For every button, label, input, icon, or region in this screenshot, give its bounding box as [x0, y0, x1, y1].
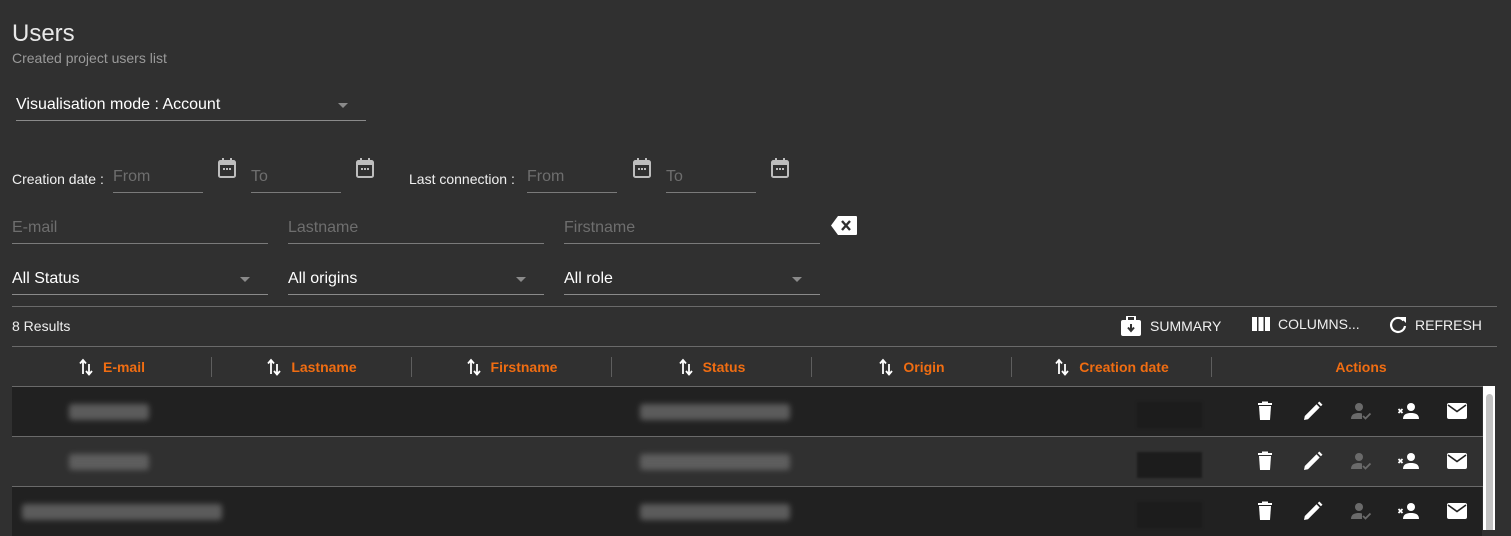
chevron-down-icon	[792, 277, 802, 282]
refresh-icon	[1389, 316, 1407, 333]
column-header-label: Lastname	[291, 359, 357, 375]
email-filter-input[interactable]: E-mail	[12, 212, 268, 244]
column-header-firstname[interactable]: Firstname	[412, 356, 612, 378]
origin-filter-value: All origins	[288, 270, 358, 287]
page-subtitle: Created project users list	[12, 50, 167, 66]
page-title: Users	[12, 20, 75, 47]
column-header-label: Origin	[903, 359, 945, 375]
column-header-label: Firstname	[490, 359, 558, 375]
visualisation-mode-value: Visualisation mode : Account	[16, 96, 221, 113]
creation-date-from-input[interactable]: From	[113, 162, 203, 193]
firstname-placeholder: Firstname	[564, 219, 636, 236]
email-cell-redacted	[22, 504, 222, 520]
clear-filters-backspace-icon[interactable]	[831, 216, 857, 235]
remove-user-icon[interactable]	[1397, 499, 1421, 523]
summary-button[interactable]: SUMMARY	[1120, 316, 1221, 336]
creation-from-placeholder: From	[113, 168, 151, 185]
role-filter-select[interactable]: All role	[564, 263, 820, 295]
sort-icon	[1055, 358, 1069, 376]
validate-user-icon[interactable]	[1349, 399, 1373, 423]
row-divider	[12, 436, 1483, 437]
validate-user-icon[interactable]	[1349, 499, 1373, 523]
role-filter-value: All role	[564, 270, 613, 287]
column-header-label: Status	[702, 359, 746, 375]
creation-date-cell-redacted	[1137, 452, 1202, 478]
briefcase-download-icon	[1121, 316, 1141, 336]
remove-user-icon[interactable]	[1397, 399, 1421, 423]
columns-button[interactable]: COLUMNS...	[1252, 316, 1360, 332]
email-cell-redacted	[69, 404, 149, 420]
firstname-filter-input[interactable]: Firstname	[564, 212, 820, 244]
status-filter-select[interactable]: All Status	[12, 263, 268, 295]
calendar-icon[interactable]	[218, 158, 236, 178]
creation-date-cell-redacted	[1137, 402, 1202, 428]
edit-icon[interactable]	[1301, 449, 1325, 473]
summary-label: SUMMARY	[1150, 318, 1222, 334]
delete-icon[interactable]	[1253, 499, 1277, 523]
status-cell-redacted	[640, 504, 790, 520]
column-header-email[interactable]: E-mail	[12, 356, 212, 378]
divider	[12, 306, 1497, 307]
column-header-actions: Actions	[1212, 356, 1510, 378]
lastname-placeholder: Lastname	[288, 219, 359, 236]
calendar-icon[interactable]	[633, 158, 651, 178]
column-header-lastname[interactable]: Lastname	[212, 356, 412, 378]
sort-icon	[79, 358, 93, 376]
visualisation-mode-select[interactable]: Visualisation mode : Account	[16, 88, 366, 121]
sort-icon	[267, 358, 281, 376]
status-filter-value: All Status	[12, 270, 80, 287]
delete-icon[interactable]	[1253, 449, 1277, 473]
view-column-icon	[1252, 317, 1270, 331]
creation-to-placeholder: To	[251, 168, 268, 185]
column-header-creation-date[interactable]: Creation date	[1012, 356, 1212, 378]
email-icon[interactable]	[1445, 449, 1469, 473]
calendar-icon[interactable]	[356, 158, 374, 178]
column-header-origin[interactable]: Origin	[812, 356, 1012, 378]
last-connection-to-placeholder: To	[666, 168, 683, 185]
column-header-label: E-mail	[102, 359, 145, 375]
calendar-icon[interactable]	[771, 158, 789, 178]
edit-icon[interactable]	[1301, 399, 1325, 423]
chevron-down-icon	[516, 277, 526, 282]
creation-date-label: Creation date :	[12, 171, 104, 187]
edit-icon[interactable]	[1301, 499, 1325, 523]
lastname-filter-input[interactable]: Lastname	[288, 212, 544, 244]
chevron-down-icon	[240, 277, 250, 282]
email-cell-redacted	[69, 454, 149, 470]
last-connection-label: Last connection :	[409, 171, 515, 187]
validate-user-icon[interactable]	[1349, 449, 1373, 473]
creation-date-to-input[interactable]: To	[251, 162, 341, 193]
remove-user-icon[interactable]	[1397, 449, 1421, 473]
delete-icon[interactable]	[1253, 399, 1277, 423]
row-divider	[12, 486, 1483, 487]
email-icon[interactable]	[1445, 399, 1469, 423]
last-connection-from-placeholder: From	[527, 168, 565, 185]
status-cell-redacted	[640, 404, 790, 420]
email-icon[interactable]	[1445, 499, 1469, 523]
column-header-status[interactable]: Status	[612, 356, 812, 378]
divider	[12, 346, 1497, 347]
columns-label: COLUMNS...	[1278, 316, 1360, 332]
email-placeholder: E-mail	[12, 219, 58, 236]
column-header-label: Creation date	[1079, 359, 1169, 375]
last-connection-to-input[interactable]: To	[666, 162, 756, 193]
last-connection-from-input[interactable]: From	[527, 162, 617, 193]
chevron-down-icon	[338, 103, 348, 108]
sort-icon	[879, 358, 894, 376]
scrollbar-thumb[interactable]	[1486, 394, 1493, 530]
creation-date-cell-redacted	[1137, 502, 1202, 528]
sort-icon	[466, 358, 481, 376]
origin-filter-select[interactable]: All origins	[288, 263, 544, 295]
column-header-label: Actions	[1335, 359, 1387, 375]
refresh-button[interactable]: REFRESH	[1389, 316, 1482, 334]
sort-icon	[678, 358, 693, 376]
refresh-label: REFRESH	[1415, 317, 1482, 333]
results-count: 8 Results	[12, 318, 71, 334]
status-cell-redacted	[640, 454, 790, 470]
